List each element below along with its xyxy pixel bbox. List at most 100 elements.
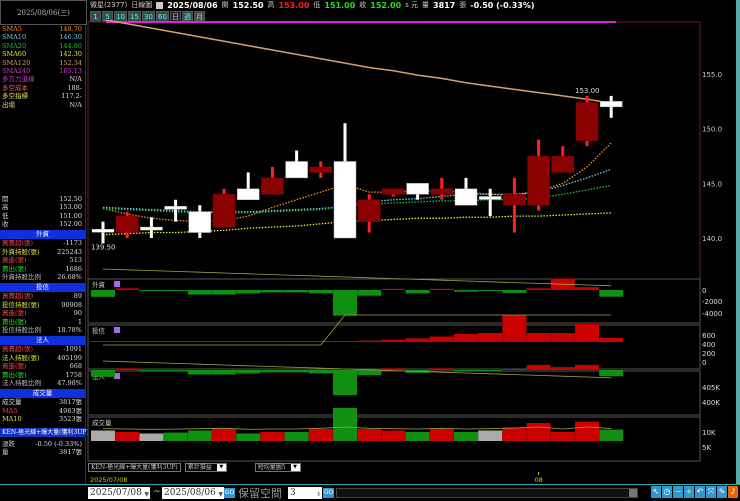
stepper-icon[interactable]: ⇕ bbox=[316, 489, 321, 501]
row-value: 144.80 bbox=[59, 41, 82, 50]
panel-bar bbox=[405, 432, 430, 441]
panel-bar bbox=[454, 432, 478, 441]
row-value: 89 bbox=[73, 292, 82, 301]
date-box: 2025/08/06(三) bbox=[0, 0, 87, 25]
chevron-down-icon: ▼ bbox=[218, 491, 223, 498]
info-row: 投信持股(張) 90908 bbox=[0, 301, 85, 309]
row-value: 152.34 bbox=[59, 58, 82, 67]
strategy-label[interactable]: KEN-極光線+爆大量(獲利3UP) bbox=[0, 427, 89, 437]
panel-bar bbox=[163, 432, 188, 441]
row-label: 買賣超(張) bbox=[2, 292, 34, 301]
panel-bar bbox=[357, 429, 382, 441]
go-button[interactable]: GO bbox=[224, 488, 235, 498]
panel-bar bbox=[357, 370, 382, 376]
info-row: 多空成本 188- bbox=[0, 84, 85, 92]
candle-body bbox=[599, 101, 623, 108]
panel-bar bbox=[308, 341, 333, 342]
info-row: MA10 3523張 bbox=[0, 415, 85, 423]
info-row: 賣出(張) 1686 bbox=[0, 265, 85, 273]
open-value: 152.50 bbox=[232, 0, 264, 10]
row-value: N/A bbox=[69, 75, 82, 84]
info-row: 投信持股比例 18.78% bbox=[0, 326, 85, 334]
candle-body bbox=[164, 206, 187, 210]
range-separator: ~ bbox=[153, 487, 161, 497]
candle-body bbox=[454, 188, 478, 206]
candle-body bbox=[333, 161, 357, 239]
panel-bar bbox=[163, 341, 188, 342]
panel-title: 外資 bbox=[92, 280, 106, 289]
candle-body bbox=[140, 226, 163, 231]
info-row: 量 3817張 bbox=[0, 448, 85, 456]
row-label: 買進(張) bbox=[2, 256, 27, 265]
row-label: MA5 bbox=[2, 406, 18, 415]
panel-bar bbox=[429, 288, 454, 290]
pnl-dropdown[interactable]: 累計損益 ▼ bbox=[184, 462, 227, 472]
quote-date: 2025/08/06 bbox=[167, 0, 218, 10]
panel-title: 投信 bbox=[92, 326, 106, 335]
panel-tick-label: 10K bbox=[702, 429, 716, 437]
section-header: 成交量 bbox=[0, 389, 85, 399]
info-row: 多空指標 117.2- bbox=[0, 92, 85, 100]
panel-bar bbox=[599, 370, 624, 377]
row-label: 賣出(張) bbox=[2, 317, 27, 326]
panel-bar bbox=[575, 364, 599, 370]
ma-line-sma60 bbox=[102, 212, 612, 236]
reserve-input[interactable]: 3 ⇕ bbox=[288, 487, 322, 499]
volume-ma-dropdown[interactable]: 短均量圖5 ▼ bbox=[254, 462, 301, 472]
row-value: 152.50 bbox=[59, 194, 82, 203]
zoom-out-icon[interactable]: − bbox=[673, 486, 683, 498]
calendar-icon[interactable] bbox=[156, 1, 164, 9]
panel-bar bbox=[454, 333, 478, 342]
row-value: 3817張 bbox=[58, 447, 82, 456]
row-value: 1758 bbox=[65, 370, 82, 379]
alert-bell-icon[interactable]: ♪ bbox=[728, 486, 738, 498]
zoom-in-icon[interactable]: + bbox=[684, 486, 694, 498]
change-value: -0.50 (-0.33%) bbox=[470, 0, 535, 10]
stock-name: 微星(2377) bbox=[90, 1, 128, 9]
draw-icon[interactable]: ✎ bbox=[717, 486, 727, 498]
clock-icon[interactable]: ◷ bbox=[662, 486, 672, 498]
low-label: 低 bbox=[313, 1, 321, 9]
row-label: 高 bbox=[2, 203, 9, 212]
row-value: 1686 bbox=[65, 264, 82, 273]
volume-unit: 張 bbox=[459, 1, 467, 9]
panel-bar bbox=[357, 290, 382, 296]
panel-tick-label: 405K bbox=[702, 384, 720, 392]
undo-icon[interactable]: ↶ bbox=[695, 486, 705, 498]
panel-bar bbox=[91, 370, 115, 377]
y-tick-label: 150.0 bbox=[702, 126, 722, 134]
row-value: 3817張 bbox=[58, 398, 82, 407]
panel-bar bbox=[405, 290, 430, 294]
panel-bar bbox=[308, 290, 333, 294]
row-label: 買進(張) bbox=[2, 362, 27, 371]
open-label: 開 bbox=[221, 1, 229, 9]
chevron-down-icon: ▼ bbox=[290, 463, 300, 471]
info-row: 法人持股比例 47.98% bbox=[0, 379, 85, 387]
horizontal-scrollbar[interactable] bbox=[336, 488, 638, 498]
panel-bar bbox=[333, 341, 357, 342]
panel-bar bbox=[308, 370, 333, 374]
panel-bar bbox=[163, 290, 188, 292]
scrollbar-thumb[interactable] bbox=[629, 489, 637, 497]
panel-bar bbox=[429, 429, 454, 441]
row-label: 多方力道線 bbox=[2, 75, 35, 84]
candle-body bbox=[309, 166, 333, 173]
strategy-selector[interactable]: KEN-極光線+爆大量(獲利3UP) bbox=[88, 462, 181, 472]
panel-bar bbox=[454, 290, 478, 292]
go-button-2[interactable]: GO bbox=[323, 488, 334, 498]
panel-bar bbox=[260, 432, 285, 441]
row-label: 出場 bbox=[2, 100, 15, 109]
end-date-input[interactable]: 2025/08/06 ▼ bbox=[162, 487, 224, 499]
fit-icon[interactable]: ⤧ bbox=[706, 486, 716, 498]
start-date-input[interactable]: 2025/07/08 ▼ bbox=[88, 487, 150, 499]
cursor-icon[interactable]: ↖ bbox=[651, 486, 661, 498]
row-value: 146.30 bbox=[59, 33, 82, 42]
panel-bar bbox=[550, 367, 575, 370]
row-label: 買賣超(張) bbox=[2, 239, 34, 248]
panel-settings-icon bbox=[114, 281, 120, 287]
panel-bar bbox=[212, 370, 236, 375]
stock-chart[interactable]: 155.0 150.0 145.0 140.0 153.00 139.50 外資 0 -2000… bbox=[86, 20, 736, 485]
panel-bar bbox=[575, 287, 599, 290]
info-row: 買賣超(張) -1173 bbox=[0, 239, 85, 247]
panel-bar bbox=[260, 341, 285, 342]
